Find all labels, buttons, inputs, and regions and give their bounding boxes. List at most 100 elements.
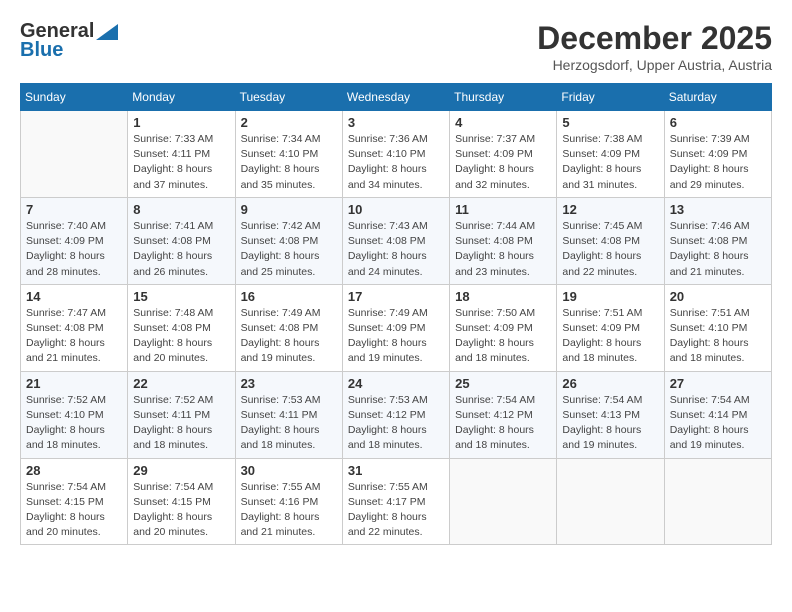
calendar-cell: 18 Sunrise: 7:50 AM Sunset: 4:09 PM Dayli… (450, 284, 557, 371)
day-info: Sunrise: 7:49 AM Sunset: 4:08 PM Dayligh… (241, 306, 337, 367)
day-number: 31 (348, 463, 444, 478)
day-info: Sunrise: 7:45 AM Sunset: 4:08 PM Dayligh… (562, 219, 658, 280)
day-info: Sunrise: 7:33 AM Sunset: 4:11 PM Dayligh… (133, 132, 229, 193)
calendar-cell: 19 Sunrise: 7:51 AM Sunset: 4:09 PM Dayli… (557, 284, 664, 371)
calendar-cell: 29Sunrise: 7:54 AM Sunset: 4:15 PM Dayli… (128, 458, 235, 545)
calendar-week-4: 21Sunrise: 7:52 AM Sunset: 4:10 PM Dayli… (21, 371, 772, 458)
calendar-cell: 5 Sunrise: 7:38 AM Sunset: 4:09 PM Daylig… (557, 111, 664, 198)
calendar-cell: 20 Sunrise: 7:51 AM Sunset: 4:10 PM Dayli… (664, 284, 771, 371)
day-info: Sunrise: 7:52 AM Sunset: 4:10 PM Dayligh… (26, 393, 122, 454)
calendar-week-1: 1 Sunrise: 7:33 AM Sunset: 4:11 PM Daylig… (21, 111, 772, 198)
calendar-week-2: 7 Sunrise: 7:40 AM Sunset: 4:09 PM Daylig… (21, 197, 772, 284)
day-info: Sunrise: 7:40 AM Sunset: 4:09 PM Dayligh… (26, 219, 122, 280)
calendar-cell: 7 Sunrise: 7:40 AM Sunset: 4:09 PM Daylig… (21, 197, 128, 284)
calendar-cell: 15Sunrise: 7:48 AM Sunset: 4:08 PM Dayli… (128, 284, 235, 371)
calendar-cell (664, 458, 771, 545)
day-info: Sunrise: 7:50 AM Sunset: 4:09 PM Dayligh… (455, 306, 551, 367)
calendar-week-5: 28 Sunrise: 7:54 AM Sunset: 4:15 PM Dayli… (21, 458, 772, 545)
day-number: 8 (133, 202, 229, 217)
day-info: Sunrise: 7:54 AM Sunset: 4:15 PM Dayligh… (133, 480, 229, 541)
calendar-cell: 11 Sunrise: 7:44 AM Sunset: 4:08 PM Dayli… (450, 197, 557, 284)
day-number: 28 (26, 463, 122, 478)
calendar-cell: 16 Sunrise: 7:49 AM Sunset: 4:08 PM Dayli… (235, 284, 342, 371)
col-header-wednesday: Wednesday (342, 84, 449, 111)
day-number: 11 (455, 202, 551, 217)
day-info: Sunrise: 7:51 AM Sunset: 4:10 PM Dayligh… (670, 306, 766, 367)
day-number: 19 (562, 289, 658, 304)
day-number: 20 (670, 289, 766, 304)
day-info: Sunrise: 7:54 AM Sunset: 4:14 PM Dayligh… (670, 393, 766, 454)
calendar-cell: 8 Sunrise: 7:41 AM Sunset: 4:08 PM Daylig… (128, 197, 235, 284)
day-number: 2 (241, 115, 337, 130)
day-number: 1 (133, 115, 229, 130)
day-number: 13 (670, 202, 766, 217)
logo: General Blue (20, 20, 118, 62)
calendar-cell: 23Sunrise: 7:53 AM Sunset: 4:11 PM Dayli… (235, 371, 342, 458)
day-info: Sunrise: 7:44 AM Sunset: 4:08 PM Dayligh… (455, 219, 551, 280)
calendar-cell: 30Sunrise: 7:55 AM Sunset: 4:16 PM Dayli… (235, 458, 342, 545)
day-info: Sunrise: 7:39 AM Sunset: 4:09 PM Dayligh… (670, 132, 766, 193)
calendar-cell: 25 Sunrise: 7:54 AM Sunset: 4:12 PM Dayli… (450, 371, 557, 458)
day-number: 24 (348, 376, 444, 391)
calendar-cell: 9Sunrise: 7:42 AM Sunset: 4:08 PM Daylig… (235, 197, 342, 284)
calendar-cell: 14 Sunrise: 7:47 AM Sunset: 4:08 PM Dayli… (21, 284, 128, 371)
calendar-cell: 1 Sunrise: 7:33 AM Sunset: 4:11 PM Daylig… (128, 111, 235, 198)
day-number: 16 (241, 289, 337, 304)
day-number: 7 (26, 202, 122, 217)
day-info: Sunrise: 7:41 AM Sunset: 4:08 PM Dayligh… (133, 219, 229, 280)
day-number: 30 (241, 463, 337, 478)
day-number: 18 (455, 289, 551, 304)
logo-blue-text: Blue (20, 39, 63, 62)
col-header-friday: Friday (557, 84, 664, 111)
location: Herzogsdorf, Upper Austria, Austria (537, 57, 772, 73)
calendar-cell (21, 111, 128, 198)
day-number: 5 (562, 115, 658, 130)
calendar-cell (557, 458, 664, 545)
day-number: 17 (348, 289, 444, 304)
page-header: General Blue December 2025 Herzogsdorf, … (20, 20, 772, 73)
day-info: Sunrise: 7:43 AM Sunset: 4:08 PM Dayligh… (348, 219, 444, 280)
day-info: Sunrise: 7:38 AM Sunset: 4:09 PM Dayligh… (562, 132, 658, 193)
day-number: 26 (562, 376, 658, 391)
calendar-cell: 4Sunrise: 7:37 AM Sunset: 4:09 PM Daylig… (450, 111, 557, 198)
day-number: 27 (670, 376, 766, 391)
month-title: December 2025 (537, 20, 772, 57)
day-number: 23 (241, 376, 337, 391)
logo-icon (96, 24, 118, 40)
day-info: Sunrise: 7:51 AM Sunset: 4:09 PM Dayligh… (562, 306, 658, 367)
day-number: 22 (133, 376, 229, 391)
day-number: 14 (26, 289, 122, 304)
day-info: Sunrise: 7:54 AM Sunset: 4:15 PM Dayligh… (26, 480, 122, 541)
day-number: 25 (455, 376, 551, 391)
calendar-cell (450, 458, 557, 545)
day-number: 4 (455, 115, 551, 130)
day-info: Sunrise: 7:47 AM Sunset: 4:08 PM Dayligh… (26, 306, 122, 367)
col-header-tuesday: Tuesday (235, 84, 342, 111)
title-block: December 2025 Herzogsdorf, Upper Austria… (537, 20, 772, 73)
calendar-cell: 17 Sunrise: 7:49 AM Sunset: 4:09 PM Dayli… (342, 284, 449, 371)
day-number: 3 (348, 115, 444, 130)
col-header-monday: Monday (128, 84, 235, 111)
col-header-saturday: Saturday (664, 84, 771, 111)
col-header-sunday: Sunday (21, 84, 128, 111)
calendar-cell: 12 Sunrise: 7:45 AM Sunset: 4:08 PM Dayli… (557, 197, 664, 284)
calendar-cell: 2Sunrise: 7:34 AM Sunset: 4:10 PM Daylig… (235, 111, 342, 198)
calendar-cell: 21Sunrise: 7:52 AM Sunset: 4:10 PM Dayli… (21, 371, 128, 458)
day-info: Sunrise: 7:54 AM Sunset: 4:12 PM Dayligh… (455, 393, 551, 454)
calendar-cell: 26 Sunrise: 7:54 AM Sunset: 4:13 PM Dayli… (557, 371, 664, 458)
day-info: Sunrise: 7:53 AM Sunset: 4:12 PM Dayligh… (348, 393, 444, 454)
day-info: Sunrise: 7:52 AM Sunset: 4:11 PM Dayligh… (133, 393, 229, 454)
col-header-thursday: Thursday (450, 84, 557, 111)
day-number: 12 (562, 202, 658, 217)
day-info: Sunrise: 7:48 AM Sunset: 4:08 PM Dayligh… (133, 306, 229, 367)
day-info: Sunrise: 7:49 AM Sunset: 4:09 PM Dayligh… (348, 306, 444, 367)
day-number: 10 (348, 202, 444, 217)
calendar-cell: 28 Sunrise: 7:54 AM Sunset: 4:15 PM Dayli… (21, 458, 128, 545)
day-info: Sunrise: 7:46 AM Sunset: 4:08 PM Dayligh… (670, 219, 766, 280)
day-info: Sunrise: 7:55 AM Sunset: 4:17 PM Dayligh… (348, 480, 444, 541)
calendar-cell: 10 Sunrise: 7:43 AM Sunset: 4:08 PM Dayli… (342, 197, 449, 284)
day-number: 6 (670, 115, 766, 130)
day-info: Sunrise: 7:54 AM Sunset: 4:13 PM Dayligh… (562, 393, 658, 454)
calendar-header-row: SundayMondayTuesdayWednesdayThursdayFrid… (21, 84, 772, 111)
calendar-cell: 13 Sunrise: 7:46 AM Sunset: 4:08 PM Dayli… (664, 197, 771, 284)
